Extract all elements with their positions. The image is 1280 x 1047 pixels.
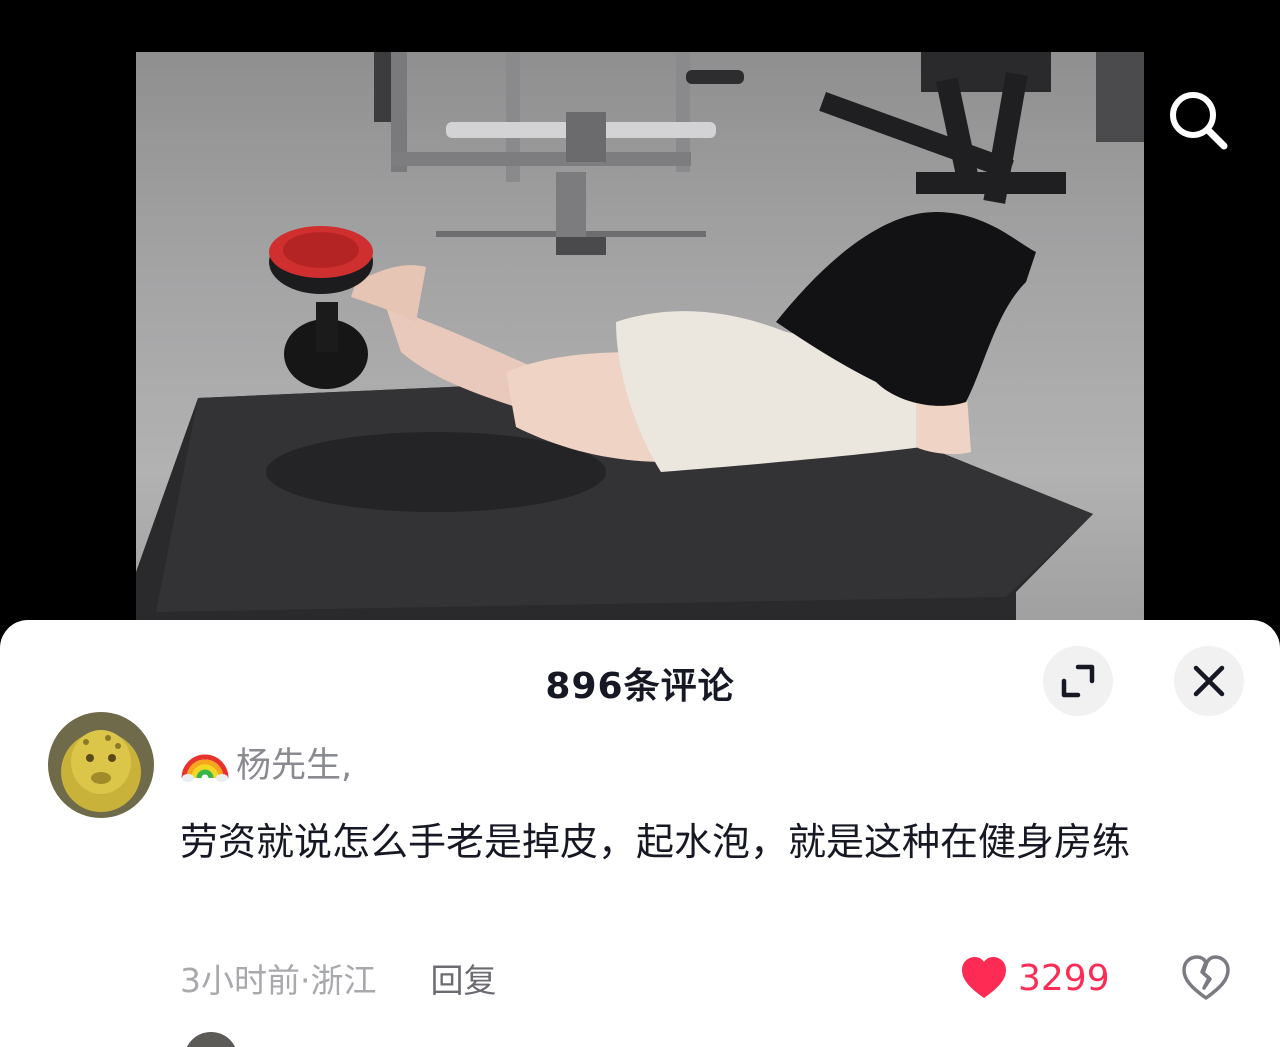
- reply-button[interactable]: 回复: [431, 954, 497, 1002]
- like-button[interactable]: 3299: [960, 952, 1110, 1004]
- comment-body: 劳资就说怎么手老是掉皮，起水泡，就是这种在健身房练: [180, 820, 1131, 864]
- username[interactable]: 杨先生,: [236, 737, 352, 788]
- comment-meta: 3小时前·浙江 回复: [180, 954, 497, 1002]
- gym-machine-left: [374, 52, 744, 255]
- gym-machine-right: [819, 52, 1144, 204]
- close-button[interactable]: [1174, 646, 1244, 716]
- heart-icon: [962, 957, 1006, 998]
- avatar[interactable]: [48, 712, 154, 818]
- video-frame: [136, 52, 1144, 652]
- search-button[interactable]: [1164, 86, 1232, 154]
- rainbow-icon: [180, 738, 230, 786]
- like-count: 3299: [1018, 957, 1110, 999]
- comments-sheet: 896条评论 杨先生, 劳资就说怎么手老是掉皮，起水泡，就是这种在健身房练 3小…: [0, 620, 1280, 1047]
- comment-time-location: 3小时前·浙江: [180, 961, 377, 1000]
- close-icon: [1193, 665, 1225, 697]
- expand-icon: [1061, 664, 1095, 698]
- dislike-button[interactable]: [1180, 952, 1232, 1004]
- video-player[interactable]: [136, 52, 1144, 652]
- search-icon: [1170, 92, 1228, 150]
- comment-author[interactable]: 杨先生,: [180, 738, 352, 786]
- next-comment-avatar[interactable]: [184, 1032, 238, 1047]
- broken-heart-icon: [1182, 955, 1230, 1000]
- dumbbell: [269, 226, 373, 389]
- expand-button[interactable]: [1043, 646, 1113, 716]
- avatar-image: [48, 712, 154, 818]
